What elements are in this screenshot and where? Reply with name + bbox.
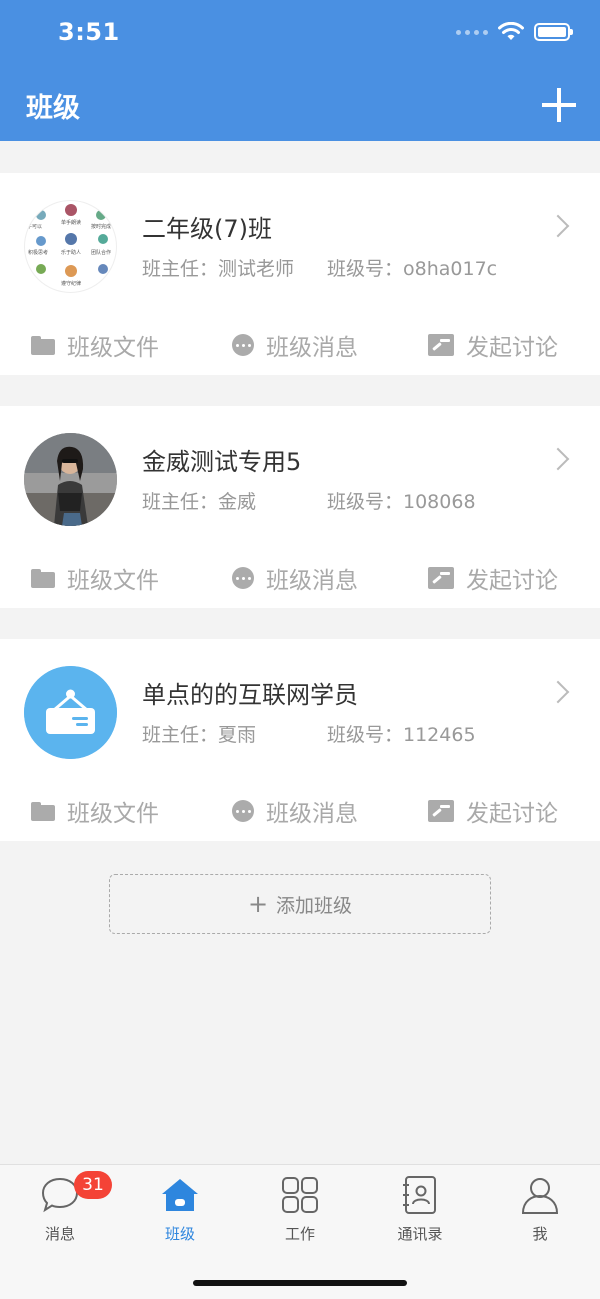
folder-icon — [31, 335, 55, 355]
discussion-icon — [428, 800, 454, 822]
class-files-button[interactable]: 班级文件 — [31, 323, 159, 367]
class-card: 单点的的互联网学员 班主任：夏雨 班级号：112465 班级文件 班级消息 发起… — [0, 639, 600, 841]
plus-icon: + — [247, 890, 269, 918]
discussion-icon — [428, 567, 454, 589]
class-messages-label: 班级消息 — [266, 801, 358, 827]
chevron-right-icon — [546, 680, 570, 704]
class-avatar — [24, 666, 117, 759]
start-discussion-label: 发起讨论 — [466, 568, 558, 594]
tab-work-label: 工作 — [284, 1225, 315, 1243]
class-name: 二年级(7)班 — [142, 215, 272, 243]
app-header: 3:51 班级 — [0, 0, 600, 141]
avatar-text: 乐于助人 — [61, 250, 82, 256]
add-class-button[interactable]: + 添加班级 — [109, 874, 491, 934]
class-avatar — [24, 433, 117, 526]
start-discussion-label: 发起讨论 — [466, 335, 558, 361]
tab-classes[interactable]: 班级 — [130, 1175, 230, 1245]
class-card-main[interactable]: 金威测试专用5 班主任：金威 班级号：108068 — [0, 406, 600, 536]
add-class-plus-button[interactable] — [542, 88, 576, 122]
tab-classes-label: 班级 — [164, 1225, 195, 1243]
class-messages-label: 班级消息 — [266, 335, 358, 361]
class-number: 班级号：o8ha017c — [327, 258, 498, 280]
avatar-text: 按时完成 — [91, 224, 112, 230]
class-avatar: 子可以 单手朗读 按时完成 积极思考 乐于助人 团队合作 遵守纪律 — [24, 200, 117, 293]
signal-icon — [456, 29, 488, 35]
page-title: 班级 — [26, 93, 80, 124]
tab-messages-label: 消息 — [44, 1225, 75, 1243]
class-teacher: 班主任：夏雨 — [142, 724, 257, 746]
class-number: 班级号：112465 — [327, 724, 476, 746]
avatar-text: 遵守纪律 — [61, 281, 82, 287]
tab-work[interactable]: 工作 — [250, 1175, 350, 1245]
chevron-right-icon — [546, 447, 570, 471]
tab-me-label: 我 — [532, 1225, 548, 1243]
class-messages-button[interactable]: 班级消息 — [232, 323, 358, 367]
class-actions: 班级文件 班级消息 发起讨论 — [0, 323, 600, 367]
class-name: 单点的的互联网学员 — [142, 681, 358, 709]
class-card: 金威测试专用5 班主任：金威 班级号：108068 班级文件 班级消息 发起讨论 — [0, 406, 600, 608]
start-discussion-button[interactable]: 发起讨论 — [428, 323, 558, 367]
grid-icon — [282, 1177, 318, 1213]
avatar-text: 单手朗读 — [61, 220, 82, 226]
contacts-book-icon — [403, 1176, 436, 1214]
class-messages-button[interactable]: 班级消息 — [232, 789, 358, 833]
home-icon — [162, 1179, 198, 1211]
chat-icon — [232, 567, 254, 589]
folder-icon — [31, 568, 55, 588]
class-card-main[interactable]: 子可以 单手朗读 按时完成 积极思考 乐于助人 团队合作 遵守纪律 二年级(7)… — [0, 173, 600, 303]
class-name: 金威测试专用5 — [142, 448, 302, 476]
status-time: 3:51 — [58, 18, 120, 46]
tab-me[interactable]: 我 — [490, 1175, 590, 1245]
class-teacher: 班主任：金威 — [142, 491, 257, 513]
battery-icon — [534, 23, 573, 41]
class-teacher: 班主任：测试老师 — [142, 258, 295, 280]
class-card: 子可以 单手朗读 按时完成 积极思考 乐于助人 团队合作 遵守纪律 二年级(7)… — [0, 173, 600, 375]
class-messages-label: 班级消息 — [266, 568, 358, 594]
class-files-label: 班级文件 — [67, 335, 159, 361]
sign-avatar-icon — [24, 666, 117, 759]
start-discussion-button[interactable]: 发起讨论 — [428, 556, 558, 600]
class-number: 班级号：108068 — [327, 491, 476, 513]
avatar-text: 团队合作 — [91, 250, 112, 256]
class-files-button[interactable]: 班级文件 — [31, 556, 159, 600]
class-actions: 班级文件 班级消息 发起讨论 — [0, 556, 600, 600]
class-files-label: 班级文件 — [67, 568, 159, 594]
class-files-label: 班级文件 — [67, 801, 159, 827]
chat-icon — [232, 800, 254, 822]
unread-badge: 31 — [74, 1171, 112, 1199]
class-messages-button[interactable]: 班级消息 — [232, 556, 358, 600]
tab-bar: 消息 31 班级 工作 通讯录 我 — [0, 1164, 600, 1299]
class-files-button[interactable]: 班级文件 — [31, 789, 159, 833]
tab-contacts-label: 通讯录 — [397, 1225, 443, 1243]
chevron-right-icon — [546, 214, 570, 238]
class-card-main[interactable]: 单点的的互联网学员 班主任：夏雨 班级号：112465 — [0, 639, 600, 769]
tab-contacts[interactable]: 通讯录 — [370, 1175, 470, 1245]
folder-icon — [31, 801, 55, 821]
avatar-text: 子可以 — [27, 224, 43, 230]
wifi-icon — [498, 22, 524, 40]
discussion-icon — [428, 334, 454, 356]
class-actions: 班级文件 班级消息 发起讨论 — [0, 789, 600, 833]
start-discussion-label: 发起讨论 — [466, 801, 558, 827]
chat-icon — [232, 334, 254, 356]
home-indicator — [193, 1280, 407, 1286]
start-discussion-button[interactable]: 发起讨论 — [428, 789, 558, 833]
avatar-text: 积极思考 — [28, 250, 49, 256]
photo-avatar-icon — [24, 433, 117, 526]
status-icons — [456, 22, 573, 42]
person-icon — [521, 1178, 559, 1214]
add-class-label: 添加班级 — [276, 894, 353, 917]
